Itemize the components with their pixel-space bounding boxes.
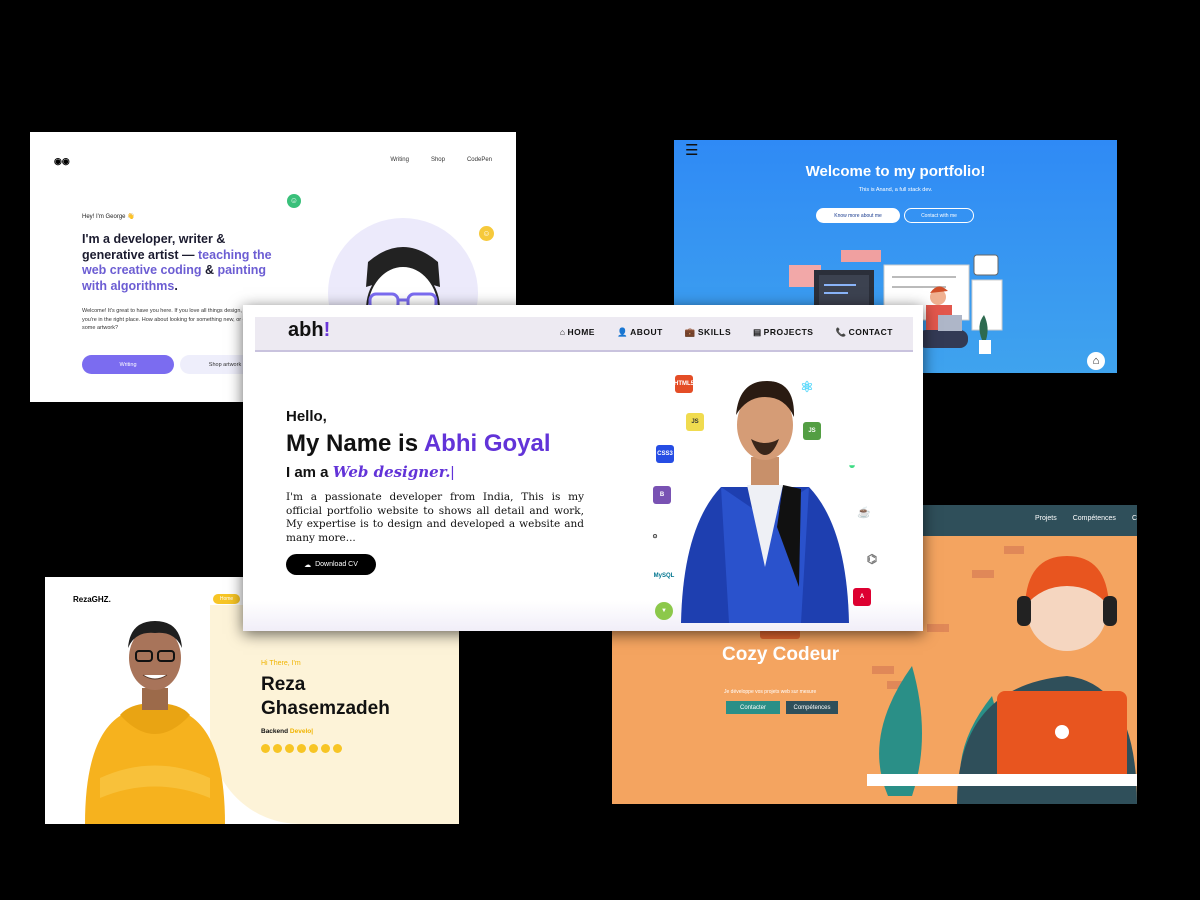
cozy-title: Cozy Codeur: [722, 644, 840, 665]
briefcase-icon: 💼: [684, 327, 696, 337]
george-writing-button[interactable]: Writing: [82, 355, 174, 374]
abh-navbar: abh! ⌂ HOME 👤 ABOUT 💼 SKILLS ▤ PROJECTS 📞 CON…: [255, 317, 913, 352]
cozy-subtitle: Je développe vos projets web sur mesure: [724, 689, 817, 695]
projects-icon: ▤: [753, 327, 762, 337]
cozy-nav: Projets Compétences C: [1035, 515, 1137, 522]
reza-greeting: Hi There, I'm: [261, 660, 301, 667]
home-icon: ⌂: [559, 327, 566, 337]
cozy-contact-button[interactable]: Contacter: [726, 701, 780, 714]
python-icon: ⌬: [863, 550, 881, 568]
cloud-download-icon: ☁: [304, 561, 312, 569]
telegram-icon[interactable]: [285, 744, 294, 753]
github-icon[interactable]: [321, 744, 330, 753]
phone-icon: 📞: [835, 327, 847, 337]
abh-hello: Hello,: [286, 408, 327, 425]
bootstrap-icon: B: [653, 486, 671, 504]
abhi-portfolio-card: abh! ⌂ HOME 👤 ABOUT 💼 SKILLS ▤ PROJECTS 📞 CON…: [243, 305, 923, 631]
css3-icon: CSS3: [656, 445, 674, 463]
instagram-icon[interactable]: [309, 744, 318, 753]
linkedin-icon[interactable]: [297, 744, 306, 753]
emoji-bubble-icon: ☺: [479, 226, 494, 241]
abh-logo[interactable]: abh!: [288, 319, 330, 342]
reza-name: Reza Ghasemzadeh: [261, 674, 390, 719]
java-icon: ☕: [855, 503, 873, 521]
cozy-nav-competences[interactable]: Compétences: [1073, 515, 1116, 522]
george-nav-shop[interactable]: Shop: [431, 157, 445, 163]
nav-projects[interactable]: ▤ PROJECTS: [753, 327, 813, 338]
nav-home[interactable]: ⌂ HOME: [560, 327, 595, 338]
reza-photo: [85, 621, 225, 824]
reza-role: Backend Develo|: [261, 728, 314, 735]
mysql-icon: MySQL: [651, 567, 677, 585]
george-nav: Writing Shop CodePen: [390, 157, 492, 163]
user-icon: 👤: [616, 327, 629, 337]
angular-icon: A: [853, 588, 871, 606]
abhi-photo: [681, 381, 849, 623]
reza-social-links: [261, 744, 342, 753]
contact-me-button[interactable]: Contact with me: [904, 208, 974, 223]
email-icon[interactable]: [333, 744, 342, 753]
vue-icon: ▼: [655, 602, 673, 620]
know-more-button[interactable]: Know more about me: [816, 208, 900, 223]
cozy-skills-button[interactable]: Compétences: [786, 701, 838, 714]
nav-about[interactable]: 👤 ABOUT: [617, 327, 663, 338]
github-icon: ⊙: [646, 527, 664, 545]
george-nav-codepen[interactable]: CodePen: [467, 157, 492, 163]
anand-subtitle: This is Anand, a full stack dev.: [858, 187, 933, 193]
chat-bubble-icon: ☺: [287, 194, 301, 208]
twitter-icon[interactable]: [261, 744, 270, 753]
anand-title: Welcome to my portfolio!: [805, 163, 986, 180]
home-icon[interactable]: ⌂: [1087, 352, 1105, 370]
abh-nav: ⌂ HOME 👤 ABOUT 💼 SKILLS ▤ PROJECTS 📞 CONTACT: [560, 327, 893, 338]
abh-name-heading: My Name is Abhi Goyal: [286, 430, 551, 457]
george-logo[interactable]: ◉◉: [54, 156, 70, 167]
nav-contact[interactable]: 📞 CONTACT: [835, 327, 893, 338]
abh-role: I am a Web designer.|: [286, 463, 455, 481]
george-greeting: Hey! I'm George 👋: [82, 214, 135, 220]
george-headline: I'm a developer, writer & generative art…: [82, 232, 272, 293]
cozy-nav-contact[interactable]: C: [1132, 515, 1137, 522]
abh-description: I'm a passionate developer from India, T…: [286, 491, 584, 544]
facebook-icon[interactable]: [273, 744, 282, 753]
cozy-nav-projets[interactable]: Projets: [1035, 515, 1057, 522]
george-nav-writing[interactable]: Writing: [390, 157, 409, 163]
download-cv-button[interactable]: ☁ Download CV: [286, 554, 376, 575]
hamburger-menu-icon[interactable]: ☰: [685, 141, 698, 159]
nav-skills[interactable]: 💼 SKILLS: [685, 327, 731, 338]
